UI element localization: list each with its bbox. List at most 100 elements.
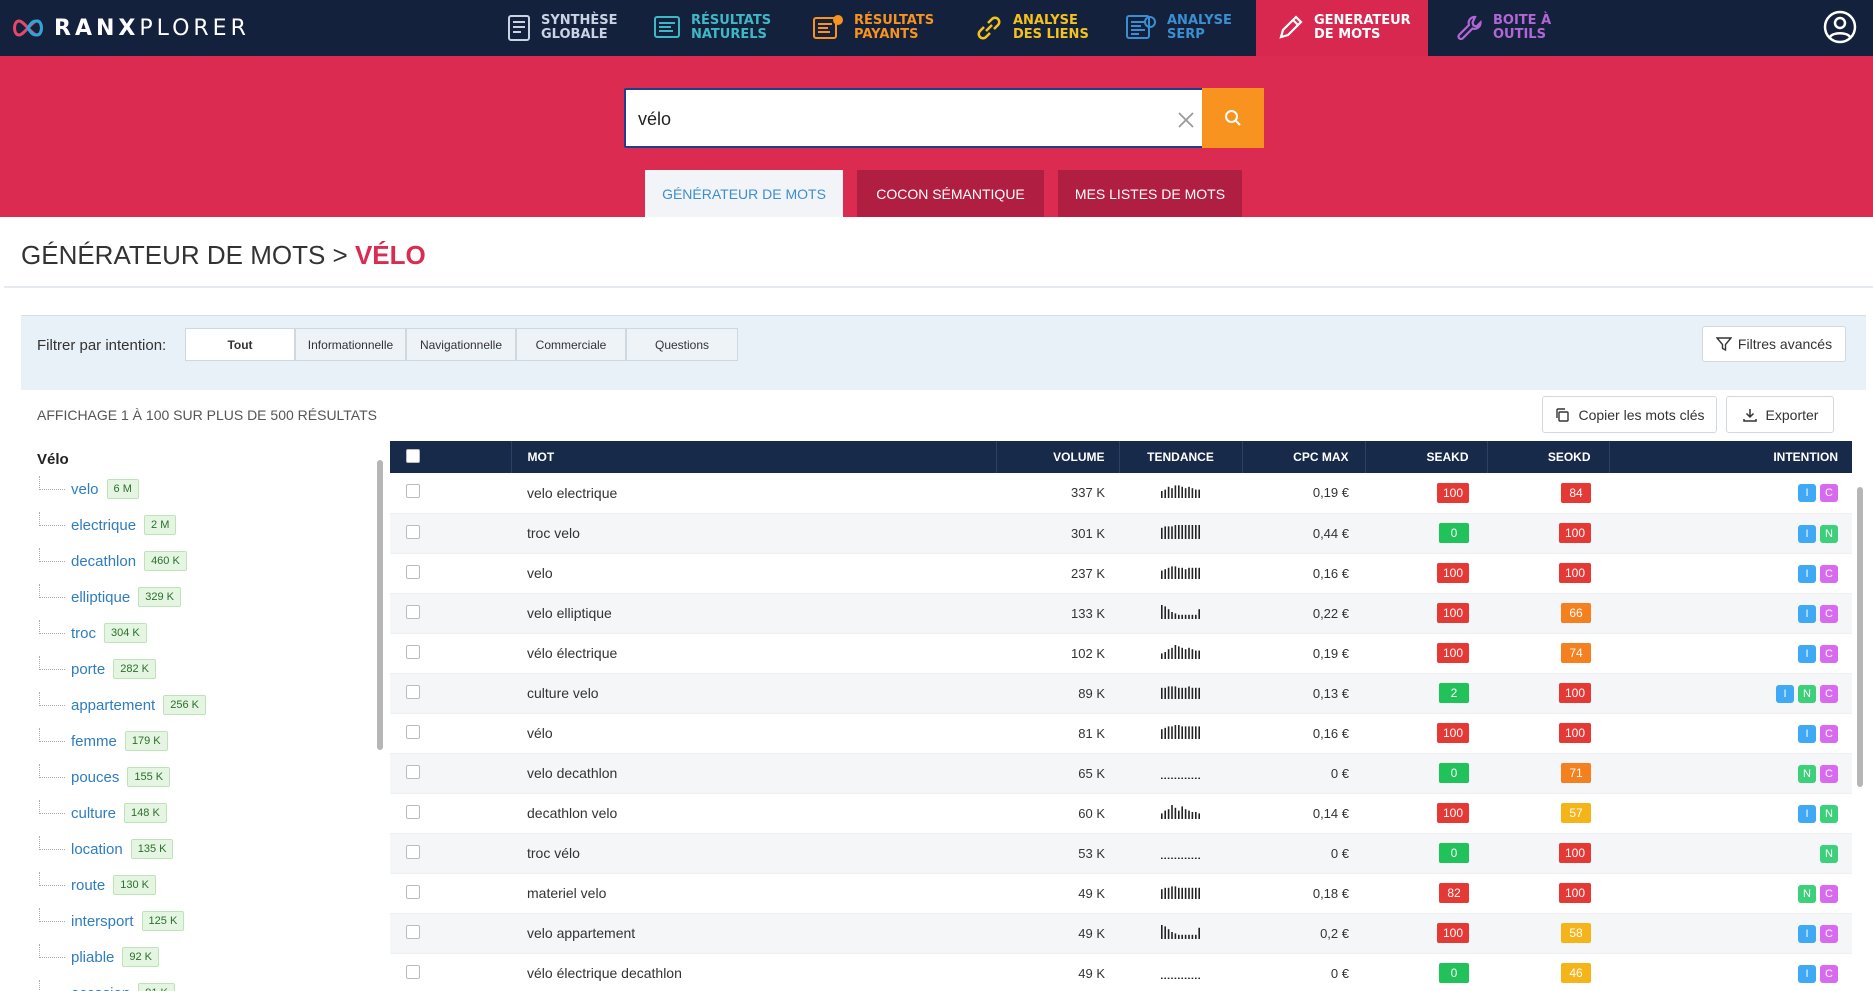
tab-generateur-de-mots[interactable]: GÉNÉRATEUR DE MOTS [645,170,843,217]
tree-item-label[interactable]: velo [71,481,99,498]
tree-item-label[interactable]: pliable [71,949,114,966]
tree-item[interactable]: pliable 92 K [39,944,160,970]
row-checkbox[interactable] [406,804,420,819]
tree-item[interactable]: route 130 K [39,872,156,898]
search-button[interactable] [1202,88,1264,148]
keyword-cell[interactable]: troc velo [511,513,996,554]
nav-synthese-globale[interactable]: SYNTHÈSE GLOBALE [507,0,627,56]
row-checkbox[interactable] [406,724,420,739]
tree-item-label[interactable]: intersport [71,913,134,930]
keyword-cell[interactable]: decathlon velo [511,793,996,834]
keyword-cell[interactable]: materiel velo [511,873,996,914]
col-seokd[interactable]: SEOKD [1487,441,1610,473]
table-row[interactable]: troc vélo 53 K 0 € 0 100 N [390,833,1852,874]
tree-item-label[interactable]: electrique [71,517,136,534]
table-row[interactable]: troc velo 301 K 0,44 € 0 100 I N [390,513,1852,554]
tree-item[interactable]: femme 179 K [39,728,168,754]
table-row[interactable]: velo 237 K 0,16 € 100 100 I C [390,553,1852,594]
scrollbar-thumb[interactable] [377,460,383,750]
tree-item-label[interactable]: occasion [71,985,130,991]
ranxplorer-logo[interactable]: RANXPLORER [10,8,250,48]
scrollbar-thumb[interactable] [1857,487,1863,787]
tab-cocon-semantique[interactable]: COCON SÉMANTIQUE [857,170,1044,217]
tree-item[interactable]: porte 282 K [39,656,156,682]
tree-item-label[interactable]: pouces [71,769,119,786]
row-checkbox[interactable] [406,484,420,499]
row-checkbox[interactable] [406,884,420,899]
col-tendance[interactable]: TENDANCE [1119,441,1243,473]
tree-item-label[interactable]: decathlon [71,553,136,570]
row-checkbox[interactable] [406,964,420,979]
col-volume[interactable]: VOLUME [996,441,1120,473]
tree-item[interactable]: intersport 125 K [39,908,185,934]
filter-informationnelle[interactable]: Informationnelle [295,328,406,361]
nav-generateur-de-mots[interactable]: GENERATEUR DE MOTS [1256,0,1428,56]
tree-item[interactable]: appartement 256 K [39,692,206,718]
advanced-filters-button[interactable]: Filtres avancés [1702,326,1846,362]
select-all-checkbox[interactable] [406,448,420,463]
tree-item-label[interactable]: femme [71,733,117,750]
user-account-icon[interactable] [1823,10,1857,49]
table-row[interactable]: velo decathlon 65 K 0 € 0 71 N C [390,753,1852,794]
filter-tout[interactable]: Tout [185,328,295,361]
filter-navigationnelle[interactable]: Navigationnelle [406,328,516,361]
keyword-cell[interactable]: vélo électrique [511,633,996,674]
filter-commerciale[interactable]: Commerciale [516,328,626,361]
tree-item-label[interactable]: porte [71,661,105,678]
col-intention[interactable]: INTENTION [1609,441,1852,473]
tree-item[interactable]: culture 148 K [39,800,167,826]
tree-item-label[interactable]: elliptique [71,589,130,606]
copy-keywords-button[interactable]: Copier les mots clés [1542,396,1717,433]
col-mot[interactable]: MOT [511,441,997,473]
keyword-cell[interactable]: vélo électrique decathlon [511,953,996,991]
keyword-cell[interactable]: velo elliptique [511,593,996,634]
row-checkbox[interactable] [406,684,420,699]
keyword-cell[interactable]: velo electrique [511,473,996,514]
keyword-cell[interactable]: velo appartement [511,913,996,954]
tree-item[interactable]: velo 6 M [39,476,139,502]
tab-mes-listes-de-mots[interactable]: MES LISTES DE MOTS [1058,170,1242,217]
keyword-cell[interactable]: velo decathlon [511,753,996,794]
table-scrollbar[interactable] [1854,441,1866,991]
nav-analyse-des-liens[interactable]: ANALYSE DES LIENS [975,0,1105,56]
tree-item-label[interactable]: culture [71,805,116,822]
row-checkbox[interactable] [406,604,420,619]
row-checkbox[interactable] [406,924,420,939]
search-input[interactable] [638,104,1158,134]
tree-root-label[interactable]: Vélo [37,451,69,468]
tree-item-label[interactable]: location [71,841,123,858]
filter-questions[interactable]: Questions [626,328,738,361]
keyword-cell[interactable]: velo [511,553,996,594]
keyword-cell[interactable]: vélo [511,713,996,754]
tree-item[interactable]: pouces 155 K [39,764,171,790]
tree-item[interactable]: occasion 91 K [39,980,175,991]
tree-item-label[interactable]: route [71,877,105,894]
tree-item[interactable]: elliptique 329 K [39,584,181,610]
row-checkbox[interactable] [406,844,420,859]
export-button[interactable]: Exporter [1726,396,1834,433]
table-row[interactable]: vélo électrique 102 K 0,19 € 100 74 I C [390,633,1852,674]
table-row[interactable]: decathlon velo 60 K 0,14 € 100 57 I N [390,793,1852,834]
tree-item[interactable]: decathlon 460 K [39,548,187,574]
tree-item-label[interactable]: appartement [71,697,155,714]
tree-item[interactable]: electrique 2 M [39,512,177,538]
col-seakd[interactable]: SEAKD [1365,441,1488,473]
row-checkbox[interactable] [406,564,420,579]
nav-resultats-payants[interactable]: RÉSULTATS PAYANTS [812,0,947,56]
row-checkbox[interactable] [406,644,420,659]
table-row[interactable]: velo elliptique 133 K 0,22 € 100 66 I C [390,593,1852,634]
clear-icon[interactable] [1166,100,1206,140]
row-checkbox[interactable] [406,764,420,779]
table-row[interactable]: velo electrique 337 K 0,19 € 100 84 I C [390,473,1852,514]
col-cpc-max[interactable]: CPC MAX [1242,441,1366,473]
table-row[interactable]: vélo électrique decathlon 49 K 0 € 0 46 I C [390,953,1852,991]
row-checkbox[interactable] [406,524,420,539]
tree-item-label[interactable]: troc [71,625,96,642]
table-row[interactable]: culture velo 89 K 0,13 € 2 100 I N C [390,673,1852,714]
tree-item[interactable]: troc 304 K [39,620,147,646]
table-row[interactable]: vélo 81 K 0,16 € 100 100 I C [390,713,1852,754]
keyword-cell[interactable]: troc vélo [511,833,996,874]
table-row[interactable]: velo appartement 49 K 0,2 € 100 58 I C [390,913,1852,954]
tree-item[interactable]: location 135 K [39,836,174,862]
nav-boite-a-outils[interactable]: BOITE À OUTILS [1455,0,1575,56]
